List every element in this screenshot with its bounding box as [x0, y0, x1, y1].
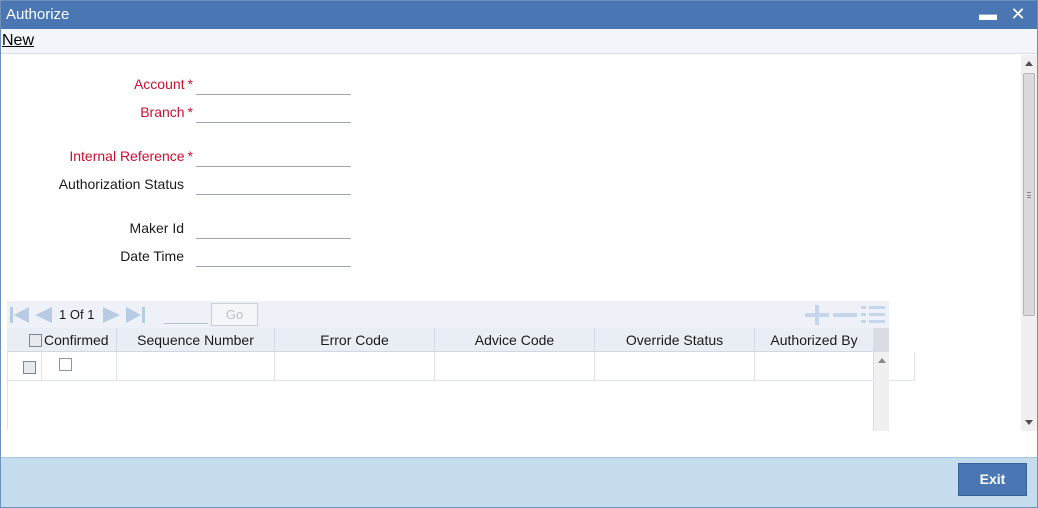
grid-scrollbar[interactable] [873, 352, 889, 431]
column-header-authorized-by[interactable]: Authorized By [755, 328, 873, 352]
grid-left-border [7, 352, 8, 430]
authorize-window: Authorize ▬ ✕ New Account * Branch * Inter… [0, 0, 1038, 508]
maker-id-field-row: Maker Id [1, 217, 351, 239]
branch-field-row: Branch * [1, 101, 351, 123]
confirmed-checkbox[interactable] [59, 358, 72, 371]
page-indicator: 1 Of 1 [59, 307, 94, 322]
authorized-by-cell[interactable] [755, 352, 915, 381]
column-header-error-code[interactable]: Error Code [275, 328, 435, 352]
single-record-view-icon[interactable] [861, 305, 885, 325]
row-select-cell [7, 352, 42, 381]
header-scroll-spacer [873, 328, 889, 352]
title-bar: Authorize ▬ ✕ [1, 1, 1037, 29]
column-header-advice-code[interactable]: Advice Code [435, 328, 595, 352]
error-code-cell[interactable] [275, 352, 435, 381]
advice-code-cell[interactable] [435, 352, 595, 381]
internal-reference-input[interactable] [196, 145, 351, 167]
internal-reference-label: Internal Reference * [69, 148, 193, 164]
branch-input[interactable] [196, 101, 351, 123]
delete-row-icon[interactable] [833, 305, 857, 325]
page-scrollbar[interactable] [1021, 55, 1037, 431]
next-page-icon[interactable] [102, 306, 122, 324]
authorization-status-input[interactable] [196, 173, 351, 195]
new-link[interactable]: New [2, 32, 34, 50]
close-button[interactable]: ✕ [1007, 3, 1029, 25]
page-number-input[interactable] [164, 304, 208, 324]
account-label: Account * [133, 76, 193, 92]
grid-header-row: Confirmed Sequence Number Error Code Adv… [7, 328, 889, 352]
previous-page-icon[interactable] [33, 306, 53, 324]
window-title: Authorize [6, 6, 70, 23]
sequence-number-cell[interactable] [117, 352, 275, 381]
column-header-confirmed[interactable]: Confirmed [7, 328, 117, 352]
exit-button[interactable]: Exit [958, 463, 1027, 496]
scroll-grip-icon [1027, 192, 1031, 198]
column-header-override-status[interactable]: Override Status [595, 328, 755, 352]
scroll-thumb[interactable] [1023, 73, 1035, 316]
menu-bar: New [1, 29, 1037, 54]
date-time-field-row: Date Time [1, 245, 351, 267]
maker-id-label: Maker Id [129, 220, 184, 236]
scroll-up-arrow-icon[interactable] [1025, 61, 1033, 66]
go-button[interactable]: Go [211, 303, 258, 326]
maker-id-input[interactable] [196, 217, 351, 239]
authorization-status-label: Authorization Status [58, 176, 184, 192]
select-all-checkbox[interactable] [29, 334, 42, 347]
table-row[interactable] [7, 352, 915, 381]
column-header-sequence-number[interactable]: Sequence Number [117, 328, 275, 352]
date-time-input[interactable] [196, 245, 351, 267]
minimize-button[interactable]: ▬ [977, 3, 999, 25]
account-input[interactable] [196, 73, 351, 95]
add-row-icon[interactable] [805, 305, 829, 325]
confirmed-cell [42, 352, 117, 381]
of-label: Of [69, 307, 84, 322]
current-page: 1 [59, 307, 67, 322]
authorization-status-field-row: Authorization Status [1, 173, 351, 195]
first-page-icon[interactable] [9, 306, 31, 324]
grid-toolbar: 1 Of 1 Go [7, 301, 889, 328]
internal-reference-field-row: Internal Reference * [1, 145, 351, 167]
row-select-checkbox[interactable] [23, 361, 36, 374]
grid-scroll-up-icon[interactable] [878, 358, 886, 363]
account-field-row: Account * [1, 73, 351, 95]
footer-bar: Exit [1, 457, 1037, 507]
total-pages: 1 [87, 307, 95, 322]
override-status-cell[interactable] [595, 352, 755, 381]
branch-label: Branch * [140, 104, 193, 120]
last-page-icon[interactable] [125, 306, 147, 324]
scroll-down-arrow-icon[interactable] [1025, 420, 1033, 425]
date-time-label: Date Time [120, 248, 184, 264]
